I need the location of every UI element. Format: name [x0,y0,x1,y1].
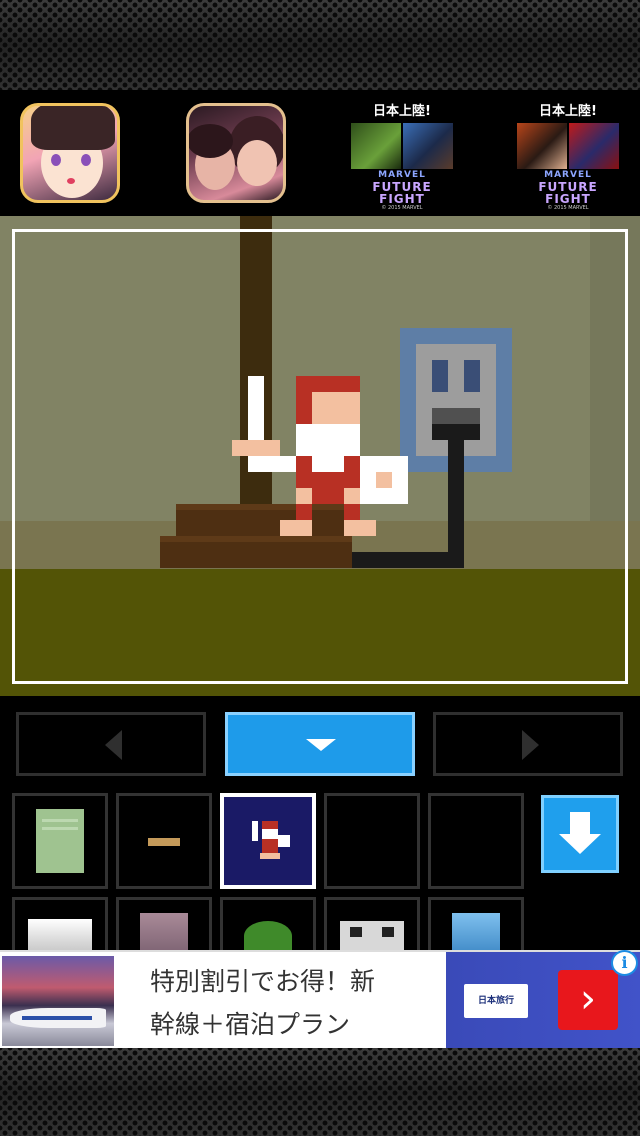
ad-brand-logo: 日本旅行 [464,984,528,1018]
promo-copyright: © 2015 MARVEL [547,205,589,211]
promo-hero-art [513,123,623,169]
note-line [42,827,78,830]
nav-down-button[interactable] [225,712,415,776]
promo-app-anime-girl[interactable] [20,103,120,203]
inventory-slot-2[interactable] [116,793,212,889]
nav-left-button[interactable] [16,712,206,776]
note-line [42,819,78,822]
promo-app-future-fight-spider[interactable]: 日本上陸! MARVEL FUTURE FIGHT © 2015 MARVEL [513,104,623,211]
ad-line-2: 幹線＋宿泊プラン [150,1010,351,1039]
top-metal-grille [0,0,640,90]
inventory-slot-4[interactable] [324,793,420,889]
mini-hero-hair [262,821,278,829]
nav-right-button[interactable] [433,712,623,776]
navigation-bar [0,712,640,776]
promo-logo-sub: FIGHT [545,192,591,206]
promo-bar: 日本上陸! MARVEL FUTURE FIGHT © 2015 MARVEL … [0,90,640,216]
promo-banner-text: 日本上陸! [373,104,431,119]
chevron-right-icon[interactable]: › [558,970,618,1030]
info-icon[interactable]: i [611,950,638,976]
app-root: 日本上陸! MARVEL FUTURE FIGHT © 2015 MARVEL … [0,0,640,1136]
scene-frame [12,229,628,684]
cassette-item [340,921,404,953]
green-cap-item [244,921,292,951]
mini-hero-beard [262,829,278,839]
inventory-slot-1[interactable] [12,793,108,889]
mini-hero-sword [252,821,258,841]
download-arrow-head [559,834,601,854]
promo-hero-art [347,123,457,169]
inventory-scroll-down-button[interactable] [541,795,619,873]
mini-hero-shield [278,835,290,847]
game-scene[interactable] [0,216,640,696]
promo-logo-sub: FIGHT [379,192,425,206]
promo-app-future-fight-hulk[interactable]: 日本上陸! MARVEL FUTURE FIGHT © 2015 MARVEL [347,104,457,211]
mini-hero-body [262,839,278,853]
wooden-stick-item [148,838,180,846]
train-stripe [22,1016,92,1020]
ad-banner[interactable]: 特別割引でお得！新 幹線＋宿泊プラン 日本旅行 › [0,950,640,1050]
inventory-slot-3-selected[interactable] [220,793,316,889]
bottom-metal-grille [0,1048,640,1136]
cassette-reel [350,927,362,937]
arrow-left-icon [105,730,122,760]
inventory-slot-5[interactable] [428,793,524,889]
mini-hero-feet [260,853,280,859]
ad-line-1: 特別割引でお得！新 [150,967,376,996]
promo-banner-text: 日本上陸! [539,104,597,119]
cassette-reel [382,927,394,937]
promo-copyright: © 2015 MARVEL [381,205,423,211]
promo-app-romance[interactable] [186,103,286,203]
arrow-right-icon [522,730,539,760]
arrow-down-icon [306,739,336,751]
download-arrow-icon [570,812,590,834]
ad-train-image [2,956,114,1046]
ad-headline: 特別割引でお得！新 幹線＋宿泊プラン [150,960,440,1046]
